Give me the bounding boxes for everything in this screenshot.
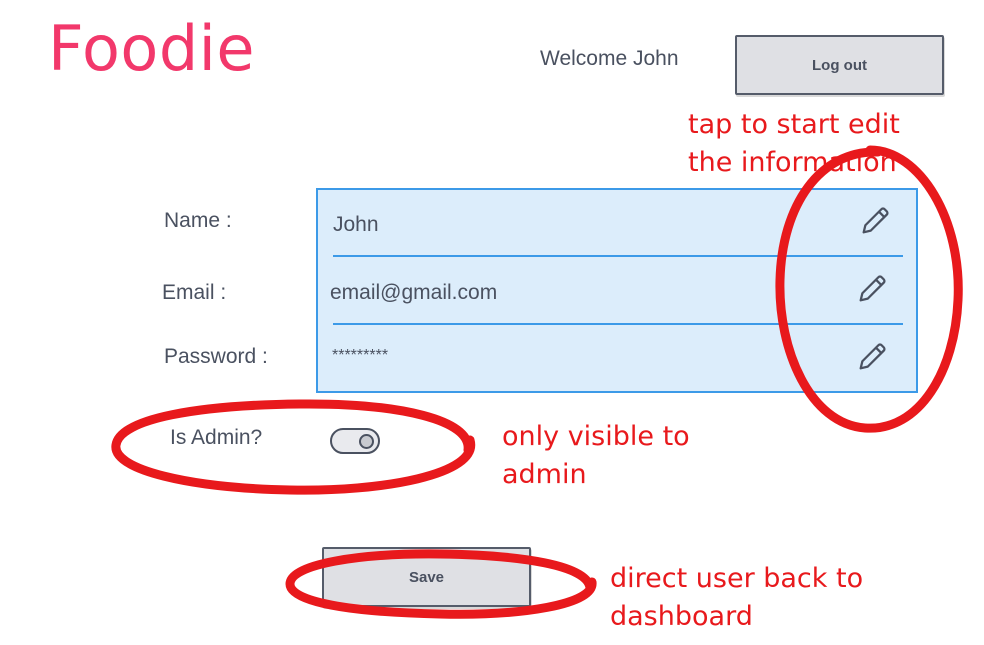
password-label: Password : [164, 345, 268, 368]
password-value[interactable]: ********* [332, 347, 388, 365]
profile-info-panel: John email@gmail.com ********* [316, 188, 918, 393]
email-value[interactable]: email@gmail.com [330, 281, 497, 305]
admin-annotation: only visible to admin [502, 418, 690, 494]
edit-annotation: tap to start edit the information [688, 106, 900, 182]
toggle-knob [359, 434, 374, 449]
save-button[interactable]: Save [322, 547, 531, 607]
edit-name-pencil-icon[interactable] [858, 204, 892, 238]
logout-button[interactable]: Log out [735, 35, 944, 95]
save-annotation-line-1: direct user back to [610, 563, 864, 594]
email-divider [333, 323, 903, 325]
is-admin-label: Is Admin? [170, 426, 263, 449]
edit-annotation-line-2: the information [688, 147, 897, 178]
name-value[interactable]: John [333, 213, 379, 237]
save-annotation: direct user back to dashboard [610, 560, 863, 636]
is-admin-toggle[interactable] [330, 428, 380, 454]
admin-annotation-line-2: admin [502, 459, 587, 490]
admin-annotation-line-1: only visible to [502, 421, 690, 452]
edit-password-pencil-icon[interactable] [855, 340, 889, 374]
save-annotation-line-2: dashboard [610, 601, 753, 632]
welcome-text: Welcome John [540, 47, 679, 70]
app-logo: Foodie [48, 12, 256, 85]
edit-annotation-line-1: tap to start edit [688, 109, 900, 140]
edit-email-pencil-icon[interactable] [855, 272, 889, 306]
name-divider [333, 255, 903, 257]
email-label: Email : [162, 281, 227, 304]
name-label: Name : [164, 209, 232, 232]
